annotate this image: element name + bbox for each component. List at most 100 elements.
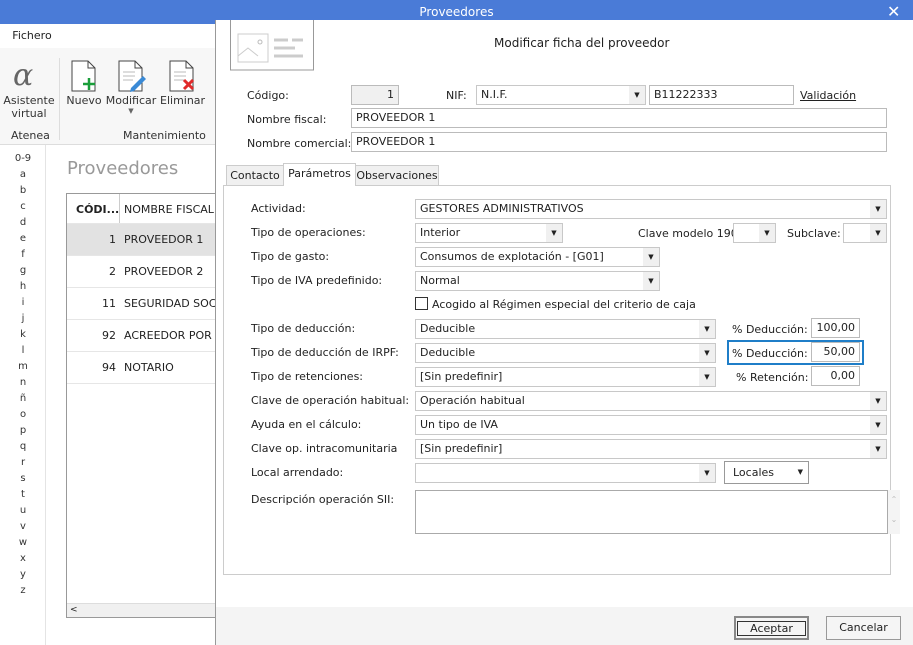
nombre-comercial-field[interactable]: PROVEEDOR 1 [351, 132, 887, 152]
local-label: Local arrendado: [251, 466, 344, 479]
assistant-button[interactable]: Asistente virtual [3, 94, 55, 120]
clave_hab-label: Clave de operación habitual: [251, 394, 410, 407]
alphabet-letter[interactable]: z [8, 585, 38, 596]
iva-select[interactable]: Normal ▼ [415, 271, 660, 291]
group-mantenimiento: Mantenimiento [123, 129, 206, 142]
divider [45, 145, 46, 645]
row-code: 92 [102, 329, 116, 342]
row-name: PROVEEDOR 1 [124, 233, 204, 246]
chevron-down-icon: ▼ [870, 224, 886, 242]
alphabet-letter[interactable]: a [8, 169, 38, 180]
alphabet-letter[interactable]: n [8, 377, 38, 388]
nombre-fiscal-field[interactable]: PROVEEDOR 1 [351, 108, 887, 128]
table-row[interactable]: 1 PROVEEDOR 1 [67, 224, 216, 256]
pct_deduccion-label: % Deducción: [732, 323, 808, 336]
tab-fichero[interactable]: Fichero [0, 24, 64, 48]
alphabet-letter[interactable]: w [8, 537, 38, 548]
pct_ret-field[interactable]: 0,00 [811, 366, 860, 386]
alphabet-letter[interactable]: i [8, 297, 38, 308]
chevron-down-icon: ▼ [699, 368, 715, 386]
codigo-label: Código: [247, 89, 289, 102]
delete-document-icon [169, 60, 195, 92]
table-row[interactable]: 94 NOTARIO [67, 352, 216, 384]
focus-highlight [727, 340, 864, 365]
criterio-caja-checkbox[interactable] [415, 297, 428, 310]
eliminar-button[interactable]: Eliminar [160, 94, 205, 107]
chevron-down-icon: ▼ [699, 344, 715, 362]
alphabet-letter[interactable]: g [8, 265, 38, 276]
alphabet-letter[interactable]: r [8, 457, 38, 468]
list-title: Proveedores [67, 158, 179, 179]
chevron-down-icon: ▼ [870, 200, 886, 218]
tab-observaciones[interactable]: Observaciones [355, 165, 439, 186]
modificar-button[interactable]: Modificar ▼ [105, 94, 157, 115]
alphabet-letter[interactable]: 0-9 [8, 153, 38, 164]
alphabet-letter[interactable]: p [8, 425, 38, 436]
alphabet-letter[interactable]: u [8, 505, 38, 516]
sii-textarea[interactable] [415, 490, 888, 534]
sii-scrollbar[interactable]: ⌃ ⌄ [888, 490, 900, 534]
codigo-field[interactable]: 1 [351, 85, 399, 105]
intra-select[interactable]: [Sin predefinir] ▼ [415, 439, 887, 459]
aceptar-button[interactable]: Aceptar [734, 616, 809, 640]
alphabet-letter[interactable]: q [8, 441, 38, 452]
horizontal-scrollbar[interactable]: < [67, 603, 215, 617]
column-name[interactable]: NOMBRE FISCAL [124, 194, 214, 223]
cancelar-button[interactable]: Cancelar [826, 616, 901, 640]
chevron-down-icon: ▼ [699, 320, 715, 338]
deduccion-select[interactable]: Deducible ▼ [415, 319, 716, 339]
pct_deduccion-field[interactable]: 100,00 [811, 318, 860, 338]
alpha-icon[interactable]: α [13, 58, 33, 93]
subclave-select[interactable]: ▼ [843, 223, 887, 243]
deduccion-label: Tipo de deducción: [251, 322, 356, 335]
row-name: NOTARIO [124, 361, 174, 374]
table-row[interactable]: 11 SEGURIDAD SOCI [67, 288, 216, 320]
column-code[interactable]: CÓDI... [76, 194, 119, 223]
tipo_op-select[interactable]: Interior ▼ [415, 223, 563, 243]
alphabet-letter[interactable]: s [8, 473, 38, 484]
alphabet-letter[interactable]: d [8, 217, 38, 228]
local-select[interactable]: ▼ [415, 463, 716, 483]
row-code: 1 [109, 233, 116, 246]
chevron-down-icon: ▼ [546, 224, 562, 242]
nombre-comercial-label: Nombre comercial: [247, 137, 352, 150]
clave_hab-select[interactable]: Operación habitual ▼ [415, 391, 887, 411]
alphabet-letter[interactable]: ñ [8, 393, 38, 404]
nif-type-select[interactable]: N.I.F. ▼ [476, 85, 646, 105]
subclave-label: Subclave: [787, 227, 841, 240]
alphabet-letter[interactable]: f [8, 249, 38, 260]
retenciones-select[interactable]: [Sin predefinir] ▼ [415, 367, 716, 387]
alphabet-letter[interactable]: k [8, 329, 38, 340]
nuevo-button[interactable]: Nuevo [64, 94, 104, 107]
nif-label: NIF: [446, 89, 467, 102]
sii-label: Descripción operación SII: [251, 493, 395, 506]
table-row[interactable]: 92 ACREEDOR POR A [67, 320, 216, 352]
alphabet-letter[interactable]: h [8, 281, 38, 292]
alphabet-letter[interactable]: x [8, 553, 38, 564]
alphabet-letter[interactable]: c [8, 201, 38, 212]
locales-button[interactable]: Locales ▼ [724, 461, 809, 484]
clave190-select[interactable]: ▼ [733, 223, 776, 243]
alphabet-letter[interactable]: o [8, 409, 38, 420]
alphabet-letter[interactable]: t [8, 489, 38, 500]
chevron-down-icon: ▼ [870, 440, 886, 458]
chevron-down-icon: ▼ [870, 416, 886, 434]
nif-field[interactable]: B11222333 [649, 85, 794, 105]
alphabet-letter[interactable]: l [8, 345, 38, 356]
alphabet-letter[interactable]: j [8, 313, 38, 324]
tab-contacto[interactable]: Contacto [226, 165, 284, 186]
alphabet-letter[interactable]: e [8, 233, 38, 244]
gasto-select[interactable]: Consumos de explotación - [G01] ▼ [415, 247, 660, 267]
alphabet-letter[interactable]: m [8, 361, 38, 372]
alphabet-letter[interactable]: b [8, 185, 38, 196]
validacion-link[interactable]: Validación [800, 89, 856, 102]
alphabet-letter[interactable]: v [8, 521, 38, 532]
ayuda-select[interactable]: Un tipo de IVA ▼ [415, 415, 887, 435]
intra-label: Clave op. intracomunitaria [251, 442, 398, 455]
actividad-select[interactable]: GESTORES ADMINISTRATIVOS ▼ [415, 199, 887, 219]
alphabet-letter[interactable]: y [8, 569, 38, 580]
tab-parametros[interactable]: Parámetros [283, 163, 356, 186]
table-row[interactable]: 2 PROVEEDOR 2 [67, 256, 216, 288]
window-title: Proveedores [419, 5, 494, 19]
irpf-select[interactable]: Deducible ▼ [415, 343, 716, 363]
